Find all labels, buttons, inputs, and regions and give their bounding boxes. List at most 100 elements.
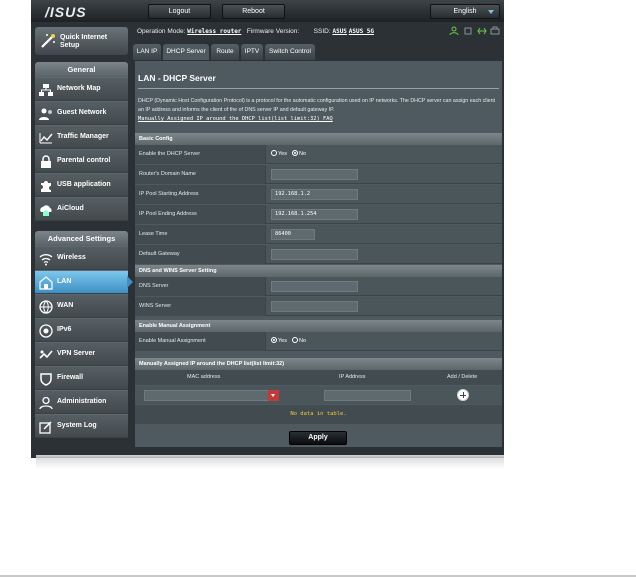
page-description: DHCP (Dynamic Host Configuration Protoco…: [138, 97, 500, 124]
asus-logo: /ISUS: [45, 4, 87, 20]
enable-dhcp-row: Enable the DHCP Server Yes No: [135, 145, 502, 164]
manual-list-input-row: [135, 386, 502, 404]
menu-label: AiCloud: [57, 205, 84, 212]
menu-item-wan[interactable]: WAN: [35, 294, 128, 318]
vpn-icon: [39, 350, 53, 359]
menu-label: LAN: [57, 278, 72, 285]
user-status-icon[interactable]: [449, 26, 459, 36]
tab-dhcp-server[interactable]: DHCP Server: [163, 44, 209, 60]
column-mac: MAC address: [187, 374, 221, 380]
admin-icon: [39, 396, 53, 410]
magic-wand-icon: [41, 34, 55, 48]
menu-item-ipv6[interactable]: IPv6: [35, 318, 128, 342]
pool-start-input[interactable]: 192.168.1.2: [271, 189, 358, 200]
menu-item-network-map[interactable]: Network Map: [35, 77, 128, 101]
column-add-delete: Add / Delete: [447, 374, 478, 380]
quick-internet-setup-label: Quick Internet Setup: [60, 34, 108, 49]
manual-no-radio[interactable]: No: [292, 336, 306, 347]
enable-dhcp-label: Enable the DHCP Server: [135, 145, 266, 164]
logout-button[interactable]: Logout: [148, 4, 211, 19]
menu-item-usb-application[interactable]: USB application: [35, 173, 128, 197]
menu-label: IPv6: [57, 326, 72, 333]
manual-yes-radio[interactable]: Yes: [271, 336, 287, 347]
menu-label: Guest Network: [57, 109, 107, 116]
title-divider: [138, 88, 499, 89]
manual-assignment-label: Enable Manual Assignment: [135, 332, 266, 351]
tab-switch-control[interactable]: Switch Control: [265, 44, 315, 60]
pool-end-input[interactable]: 192.168.1.254: [271, 209, 358, 220]
language-select[interactable]: English: [430, 4, 500, 19]
menu-label: Parental control: [57, 157, 111, 164]
menu-label: Wireless: [57, 254, 86, 261]
cloud-house-icon: [40, 205, 52, 216]
wins-server-input[interactable]: [271, 301, 358, 312]
advanced-section-title: Advanced Settings: [35, 231, 128, 246]
network-map-icon: [39, 84, 53, 96]
reboot-button[interactable]: Reboot: [222, 4, 285, 19]
main-panel: LAN - DHCP Server DHCP (Dynamic Host Con…: [135, 61, 502, 447]
dns-server-row: DNS Server: [135, 277, 502, 296]
dns-server-label: DNS Server: [135, 277, 266, 296]
menu-label: System Log: [57, 422, 97, 429]
mac-dropdown-button[interactable]: [268, 390, 279, 401]
internet-status-icon[interactable]: [477, 26, 487, 36]
add-entry-icon[interactable]: [457, 389, 469, 401]
enable-dhcp-no-radio[interactable]: No: [292, 149, 306, 160]
menu-item-system-log[interactable]: System Log: [35, 414, 128, 438]
usb-status-icon[interactable]: [463, 26, 473, 36]
apply-button[interactable]: Apply: [289, 431, 347, 445]
domain-name-input[interactable]: [271, 169, 358, 180]
lan-icon: [39, 276, 53, 290]
firmware-label: Firmware Version:: [246, 28, 300, 35]
manual-list-header: Manually Assigned IP around the DHCP lis…: [135, 358, 502, 370]
menu-label: USB application: [57, 181, 111, 188]
menu-label: Firewall: [57, 374, 84, 381]
tab-lan-ip[interactable]: LAN IP: [133, 44, 161, 60]
ssid-link-1[interactable]: ASUS: [332, 28, 346, 35]
enable-dhcp-yes-radio[interactable]: Yes: [271, 149, 287, 160]
wins-server-label: WINS Server: [135, 297, 266, 316]
quick-internet-setup-button[interactable]: Quick Internet Setup: [35, 27, 128, 55]
menu-label: WAN: [57, 302, 74, 309]
tab-iptv[interactable]: IPTV: [241, 44, 263, 60]
menu-item-administration[interactable]: Administration: [35, 390, 128, 414]
guest-network-icon: [39, 108, 52, 120]
general-section-title: General: [35, 62, 128, 77]
lease-time-input[interactable]: 86400: [271, 229, 315, 240]
default-gateway-input[interactable]: [271, 249, 358, 260]
menu-item-aicloud[interactable]: AiCloud: [35, 197, 128, 221]
pool-start-label: IP Pool Starting Address: [135, 185, 266, 204]
default-gateway-row: Default Gateway: [135, 245, 502, 264]
menu-item-firewall[interactable]: Firewall: [35, 366, 128, 390]
menu-label: Administration: [57, 398, 107, 405]
tab-route[interactable]: Route: [211, 44, 239, 60]
manual-assignment-header: Enable Manual Assignment: [135, 320, 502, 332]
menu-item-lan[interactable]: LAN: [35, 270, 128, 294]
lease-time-row: Lease Time 86400: [135, 225, 502, 244]
faq-link[interactable]: Manually Assigned IP around the DHCP lis…: [138, 116, 333, 122]
dns-wins-header: DNS and WINS Server Setting: [135, 265, 502, 277]
menu-item-guest-network[interactable]: Guest Network: [35, 101, 128, 125]
mac-address-input[interactable]: [144, 390, 279, 401]
menu-item-vpn-server[interactable]: VPN Server: [35, 342, 128, 366]
log-icon: [39, 421, 52, 434]
lock-icon: [41, 155, 51, 168]
menu-label: VPN Server: [57, 350, 96, 357]
printer-status-icon[interactable]: [490, 26, 500, 36]
menu-item-traffic-manager[interactable]: Traffic Manager: [35, 125, 128, 149]
menu-item-wireless[interactable]: Wireless: [35, 246, 128, 270]
ip-address-input[interactable]: [324, 390, 411, 401]
ssid-label: SSID:: [313, 28, 331, 35]
manual-list-columns: MAC address IP Address Add / Delete: [135, 370, 502, 385]
dns-server-input[interactable]: [271, 281, 358, 292]
lease-time-label: Lease Time: [135, 225, 266, 244]
operation-mode-link[interactable]: Wireless router: [187, 28, 241, 35]
menu-label: Traffic Manager: [57, 133, 109, 140]
operation-mode-label: Operation Mode:: [137, 28, 186, 35]
status-icons: [443, 26, 501, 38]
wifi-icon: [39, 254, 53, 266]
menu-item-parental-control[interactable]: Parental control: [35, 149, 128, 173]
top-bar: /ISUS Logout Reboot English: [31, 0, 504, 22]
menu-label: Network Map: [57, 85, 101, 92]
ssid-link-2[interactable]: ASUS_5G: [349, 28, 374, 35]
